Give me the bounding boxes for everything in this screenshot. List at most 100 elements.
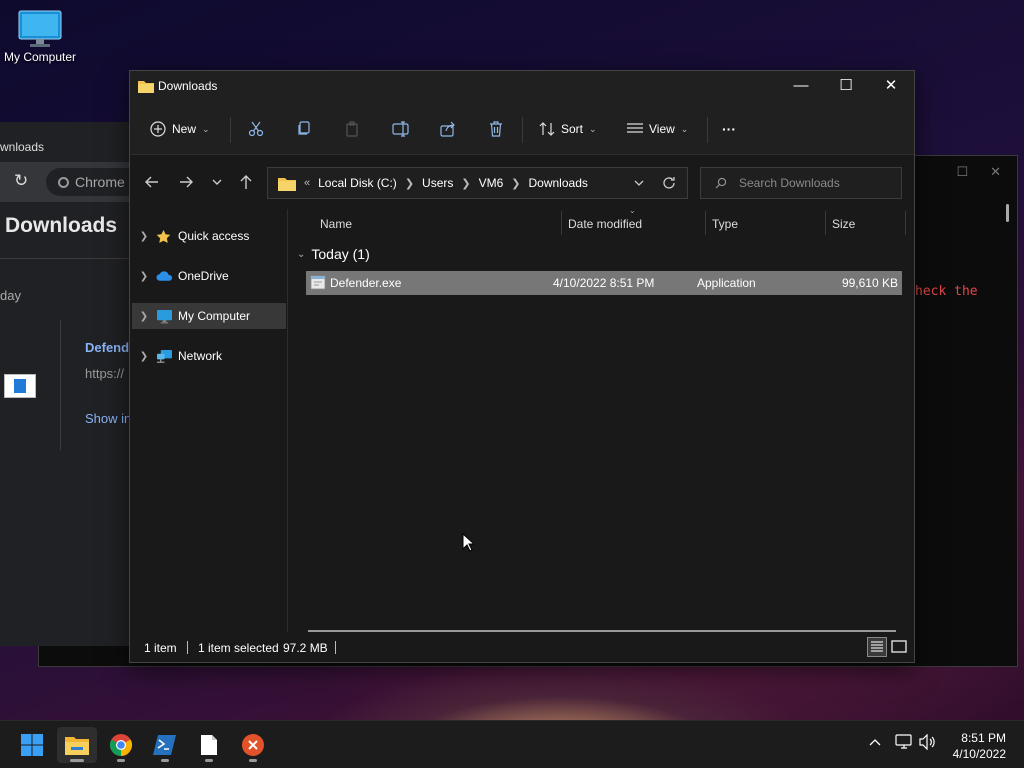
chevron-right-icon[interactable]: ❯ [405, 177, 414, 190]
column-divider[interactable] [825, 211, 826, 235]
title-bar[interactable]: Downloads — ☐ ✕ [130, 71, 914, 101]
nav-item-network[interactable]: ❯ Network [132, 343, 286, 369]
maximize-icon[interactable]: ☐ [956, 164, 968, 180]
rename-button[interactable] [392, 115, 410, 143]
nav-item-onedrive[interactable]: ❯ OneDrive [132, 263, 286, 289]
divider [522, 117, 523, 143]
divider [707, 117, 708, 143]
new-button[interactable]: New ⌄ [150, 115, 210, 143]
group-header-today[interactable]: ⌄ Today (1) [297, 246, 370, 262]
more-options-button[interactable]: ··· [722, 115, 736, 143]
column-divider[interactable] [905, 211, 906, 235]
details-view-icon[interactable] [867, 637, 887, 657]
column-header-size[interactable]: Size [832, 209, 855, 239]
chevron-down-icon[interactable]: ⌄ [297, 249, 305, 260]
search-placeholder: Search Downloads [739, 176, 840, 190]
breadcrumb-local-disk[interactable]: Local Disk (C:) [318, 176, 397, 190]
start-button[interactable] [12, 727, 52, 763]
divider [230, 117, 231, 143]
address-bar[interactable]: « Local Disk (C:) ❯ Users ❯ VM6 ❯ Downlo… [267, 167, 688, 199]
running-indicator [117, 759, 125, 762]
chevron-right-icon[interactable]: ❯ [461, 177, 470, 190]
desktop-icon-label: My Computer [3, 50, 77, 64]
chrome-window[interactable]: wnloads ↻ Chrome Downloads day Defende h… [0, 122, 132, 646]
reload-icon[interactable]: ↻ [14, 171, 28, 191]
cut-button[interactable] [248, 115, 264, 143]
column-header-name[interactable]: Name [320, 209, 352, 239]
chevron-right-icon[interactable]: ❯ [511, 177, 520, 190]
search-icon [715, 177, 727, 189]
download-file-name[interactable]: Defende [85, 340, 131, 355]
overflow-icon[interactable]: « [304, 177, 310, 189]
taskbar-notepad[interactable] [189, 727, 229, 763]
maximize-button[interactable]: ☐ [823, 71, 869, 101]
taskbar-chrome[interactable] [101, 727, 141, 763]
desktop-icon-my-computer[interactable]: My Computer [2, 10, 78, 64]
refresh-icon[interactable] [661, 175, 677, 191]
running-indicator [161, 759, 169, 762]
column-header-type[interactable]: Type [712, 209, 738, 239]
chevron-right-icon[interactable]: ❯ [132, 271, 156, 282]
status-selected: 1 item selected [198, 641, 279, 655]
chevron-down-icon[interactable] [633, 176, 645, 190]
view-label: View [649, 122, 675, 136]
system-clock[interactable]: 8:51 PM 4/10/2022 [953, 730, 1006, 762]
copy-button[interactable] [296, 115, 312, 143]
delete-button[interactable] [488, 115, 504, 143]
nav-item-my-computer[interactable]: ❯ My Computer [132, 303, 286, 329]
terminal-scrollbar[interactable] [1006, 204, 1009, 222]
chrome-day-label: day [0, 288, 21, 303]
terminal-output-text: heck the [915, 284, 978, 299]
sort-indicator-icon: ⌄ [629, 206, 636, 215]
taskbar-file-explorer[interactable] [57, 727, 97, 763]
trash-icon [490, 121, 502, 137]
search-box[interactable]: Search Downloads [700, 167, 902, 199]
forward-arrow-icon[interactable] [176, 171, 196, 193]
breadcrumb-users[interactable]: Users [422, 176, 453, 190]
breadcrumb-downloads[interactable]: Downloads [529, 176, 588, 190]
clock-time: 8:51 PM [961, 731, 1006, 745]
show-in-folder-link[interactable]: Show in [85, 411, 131, 426]
new-label: New [172, 122, 197, 136]
network-status-icon[interactable] [895, 734, 913, 750]
close-app-icon [242, 734, 264, 756]
nav-item-quick-access[interactable]: ❯ Quick access [132, 223, 286, 249]
file-row[interactable]: Defender.exe 4/10/2022 8:51 PM Applicati… [306, 271, 902, 295]
notepad-icon [201, 735, 217, 755]
file-date: 4/10/2022 8:51 PM [553, 276, 655, 290]
column-divider[interactable] [705, 211, 706, 235]
chevron-right-icon[interactable]: ❯ [132, 311, 156, 322]
volume-icon[interactable] [919, 734, 937, 750]
running-indicator [205, 759, 213, 762]
back-arrow-icon[interactable] [142, 171, 162, 193]
recent-locations-chevron-icon[interactable] [207, 171, 227, 193]
file-size: 99,610 KB [841, 276, 898, 290]
chevron-right-icon[interactable]: ❯ [132, 351, 156, 362]
close-icon[interactable]: ✕ [990, 164, 1001, 180]
status-bar: 1 item 1 item selected 97.2 MB [130, 632, 914, 662]
chrome-tab-title[interactable]: wnloads [0, 140, 44, 154]
running-indicator [249, 759, 257, 762]
powershell-icon [153, 735, 176, 755]
up-arrow-icon[interactable] [236, 171, 256, 193]
close-button[interactable]: ✕ [868, 71, 914, 101]
breadcrumb-vm6[interactable]: VM6 [479, 176, 504, 190]
chevron-up-icon[interactable] [868, 735, 882, 749]
chrome-omnibox[interactable]: Chrome [46, 168, 131, 196]
minimize-button[interactable]: — [778, 71, 824, 101]
share-button[interactable] [440, 115, 456, 143]
file-list[interactable]: Name Date modified ⌄ Type Size ⌄ Today (… [289, 206, 914, 632]
chevron-right-icon[interactable]: ❯ [132, 231, 156, 242]
file-explorer-window[interactable]: Downloads — ☐ ✕ New ⌄ Sort ⌄ View ⌄ ··· … [129, 70, 915, 663]
computer-icon [156, 309, 178, 324]
tiles-view-icon[interactable] [889, 637, 909, 657]
sort-button[interactable]: Sort ⌄ [539, 115, 597, 143]
view-button[interactable]: View ⌄ [627, 115, 688, 143]
paste-button[interactable] [344, 115, 360, 143]
column-divider[interactable] [561, 211, 562, 235]
nav-item-label: Network [178, 349, 223, 363]
scissors-icon [248, 121, 264, 137]
group-label: Today (1) [311, 246, 370, 262]
taskbar-powershell[interactable] [145, 727, 185, 763]
taskbar-app[interactable] [233, 727, 273, 763]
